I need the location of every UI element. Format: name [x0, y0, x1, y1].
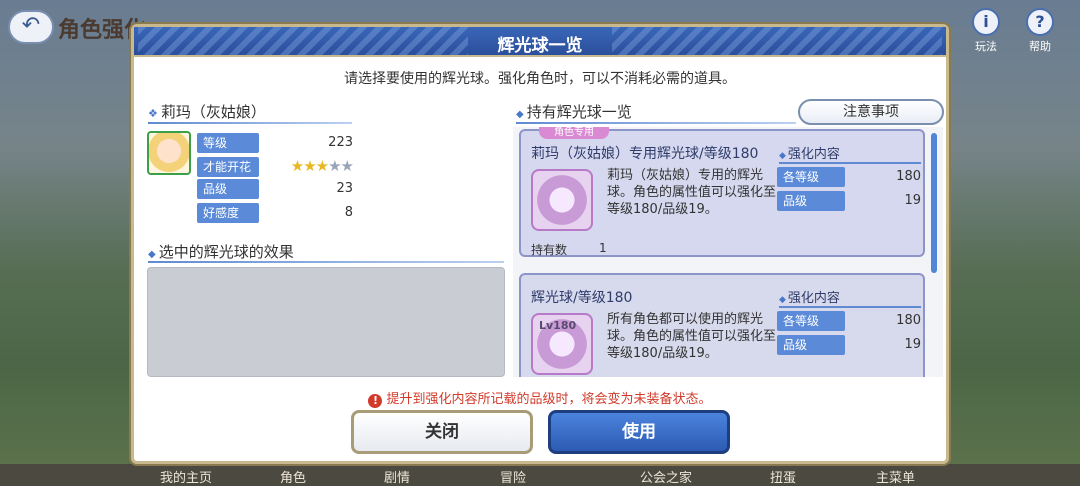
info-icon: i	[972, 8, 1000, 36]
star-filled-icon: ★	[290, 157, 304, 175]
notes-button[interactable]: 注意事项	[798, 99, 944, 125]
glow-orb-dialog: 辉光球一览 请选择要使用的辉光球。强化角色时，可以不消耗必需的道具。 莉玛（灰姑…	[131, 24, 949, 464]
warning-icon: !	[368, 394, 383, 408]
boost-value: 19	[904, 337, 921, 352]
effect-preview-box	[147, 267, 505, 377]
back-arrow-icon: ↶	[21, 13, 41, 38]
scrollbar-thumb[interactable]	[931, 133, 937, 273]
dialog-title: 辉光球一览	[497, 36, 583, 56]
help-question-button[interactable]: ? 帮助	[1020, 8, 1060, 54]
orb-list[interactable]: 角色专用 莉玛（灰姑娘）专用辉光球/等级180 莉玛（灰姑娘）专用的辉光球。角色…	[513, 127, 943, 377]
stat-row-talent-bloom: 才能开花 ★★★★★	[197, 157, 354, 177]
glow-orb-icon: Lv180	[531, 313, 593, 375]
orb-level-label: Lv180	[539, 319, 577, 332]
orb-card-exclusive[interactable]: 角色专用 莉玛（灰姑娘）专用辉光球/等级180 莉玛（灰姑娘）专用的辉光球。角色…	[519, 127, 925, 257]
back-button[interactable]: ↶	[8, 10, 54, 44]
dialog-header: 辉光球一览	[134, 27, 946, 57]
stat-label: 等级	[197, 133, 259, 153]
star-filled-icon: ★	[315, 157, 329, 175]
exclusive-tag: 角色专用	[539, 127, 609, 139]
stat-value: 8	[344, 205, 353, 220]
boost-label: 品级	[777, 191, 845, 211]
instruction-text: 请选择要使用的辉光球。强化角色时，可以不消耗必需的道具。	[344, 71, 736, 87]
boost-label: 品级	[777, 335, 845, 355]
boost-row-level: 各等级 180	[777, 311, 921, 331]
stat-value: 223	[328, 135, 353, 150]
owned-count-value: 1	[599, 241, 607, 255]
orb-name: 莉玛（灰姑娘）专用辉光球/等级180	[531, 146, 759, 162]
character-name: 莉玛（灰姑娘）	[148, 101, 266, 122]
divider	[148, 261, 504, 263]
stat-label: 才能开花	[197, 157, 259, 177]
boost-label: 各等级	[777, 167, 845, 187]
stat-row-affection: 好感度 8	[197, 203, 353, 223]
orb-name: 辉光球/等级180	[531, 290, 633, 306]
boost-section-title: 强化内容	[779, 143, 921, 164]
effect-section-title: 选中的辉光球的效果	[148, 241, 294, 262]
nav-guild-house[interactable]: 公会之家	[640, 467, 692, 486]
bottom-navigation: 我的主页 角色 剧情 冒险 公会之家 扭蛋 主菜单	[0, 464, 1080, 486]
boost-row-rank: 品级 19	[777, 191, 921, 211]
orb-card-general[interactable]: 辉光球/等级180 Lv180 所有角色都可以使用的辉光球。角色的属性值可以强化…	[519, 273, 925, 377]
orb-description: 所有角色都可以使用的辉光球。角色的属性值可以强化至等级180/品级19。	[607, 312, 777, 361]
glow-orb-icon	[531, 169, 593, 231]
orb-description: 莉玛（灰姑娘）专用的辉光球。角色的属性值可以强化至等级180/品级19。	[607, 168, 777, 217]
boost-section-title: 强化内容	[779, 287, 921, 308]
character-avatar	[147, 131, 191, 175]
stat-value: 23	[336, 181, 353, 196]
nav-home[interactable]: 我的主页	[160, 467, 212, 486]
star-empty-icon: ★	[340, 157, 354, 175]
warning-message: ! 提升到强化内容所记载的品级时，将会变为未装备状态。	[134, 388, 946, 408]
nav-adventure[interactable]: 冒险	[500, 467, 526, 486]
star-rating: ★★★★★	[290, 157, 354, 175]
stat-label: 品级	[197, 179, 259, 199]
owned-list-title: 持有辉光球一览	[516, 101, 632, 122]
stat-label: 好感度	[197, 203, 259, 223]
boost-row-rank: 品级 19	[777, 335, 921, 355]
close-button[interactable]: 关闭	[351, 410, 533, 454]
list-scrollbar[interactable]	[931, 133, 937, 273]
question-icon: ?	[1026, 8, 1054, 36]
stat-row-level: 等级 223	[197, 133, 353, 153]
star-empty-icon: ★	[328, 157, 341, 175]
stat-row-rank: 品级 23	[197, 179, 353, 199]
help-info-label: 玩法	[975, 40, 997, 53]
boost-label: 各等级	[777, 311, 845, 331]
nav-main-menu[interactable]: 主菜单	[876, 467, 915, 486]
nav-gacha[interactable]: 扭蛋	[770, 467, 796, 486]
boost-value: 180	[896, 169, 921, 184]
boost-value: 180	[896, 313, 921, 328]
help-info-button[interactable]: i 玩法	[966, 8, 1006, 54]
warning-text: 提升到强化内容所记载的品级时，将会变为未装备状态。	[386, 392, 712, 407]
star-filled-icon: ★	[303, 157, 316, 175]
use-button[interactable]: 使用	[548, 410, 730, 454]
divider	[516, 122, 796, 124]
nav-character[interactable]: 角色	[280, 467, 306, 486]
nav-story[interactable]: 剧情	[384, 467, 410, 486]
boost-row-level: 各等级 180	[777, 167, 921, 187]
boost-value: 19	[904, 193, 921, 208]
owned-count-label: 持有数	[531, 243, 568, 257]
help-question-label: 帮助	[1029, 40, 1051, 53]
divider	[148, 122, 352, 124]
